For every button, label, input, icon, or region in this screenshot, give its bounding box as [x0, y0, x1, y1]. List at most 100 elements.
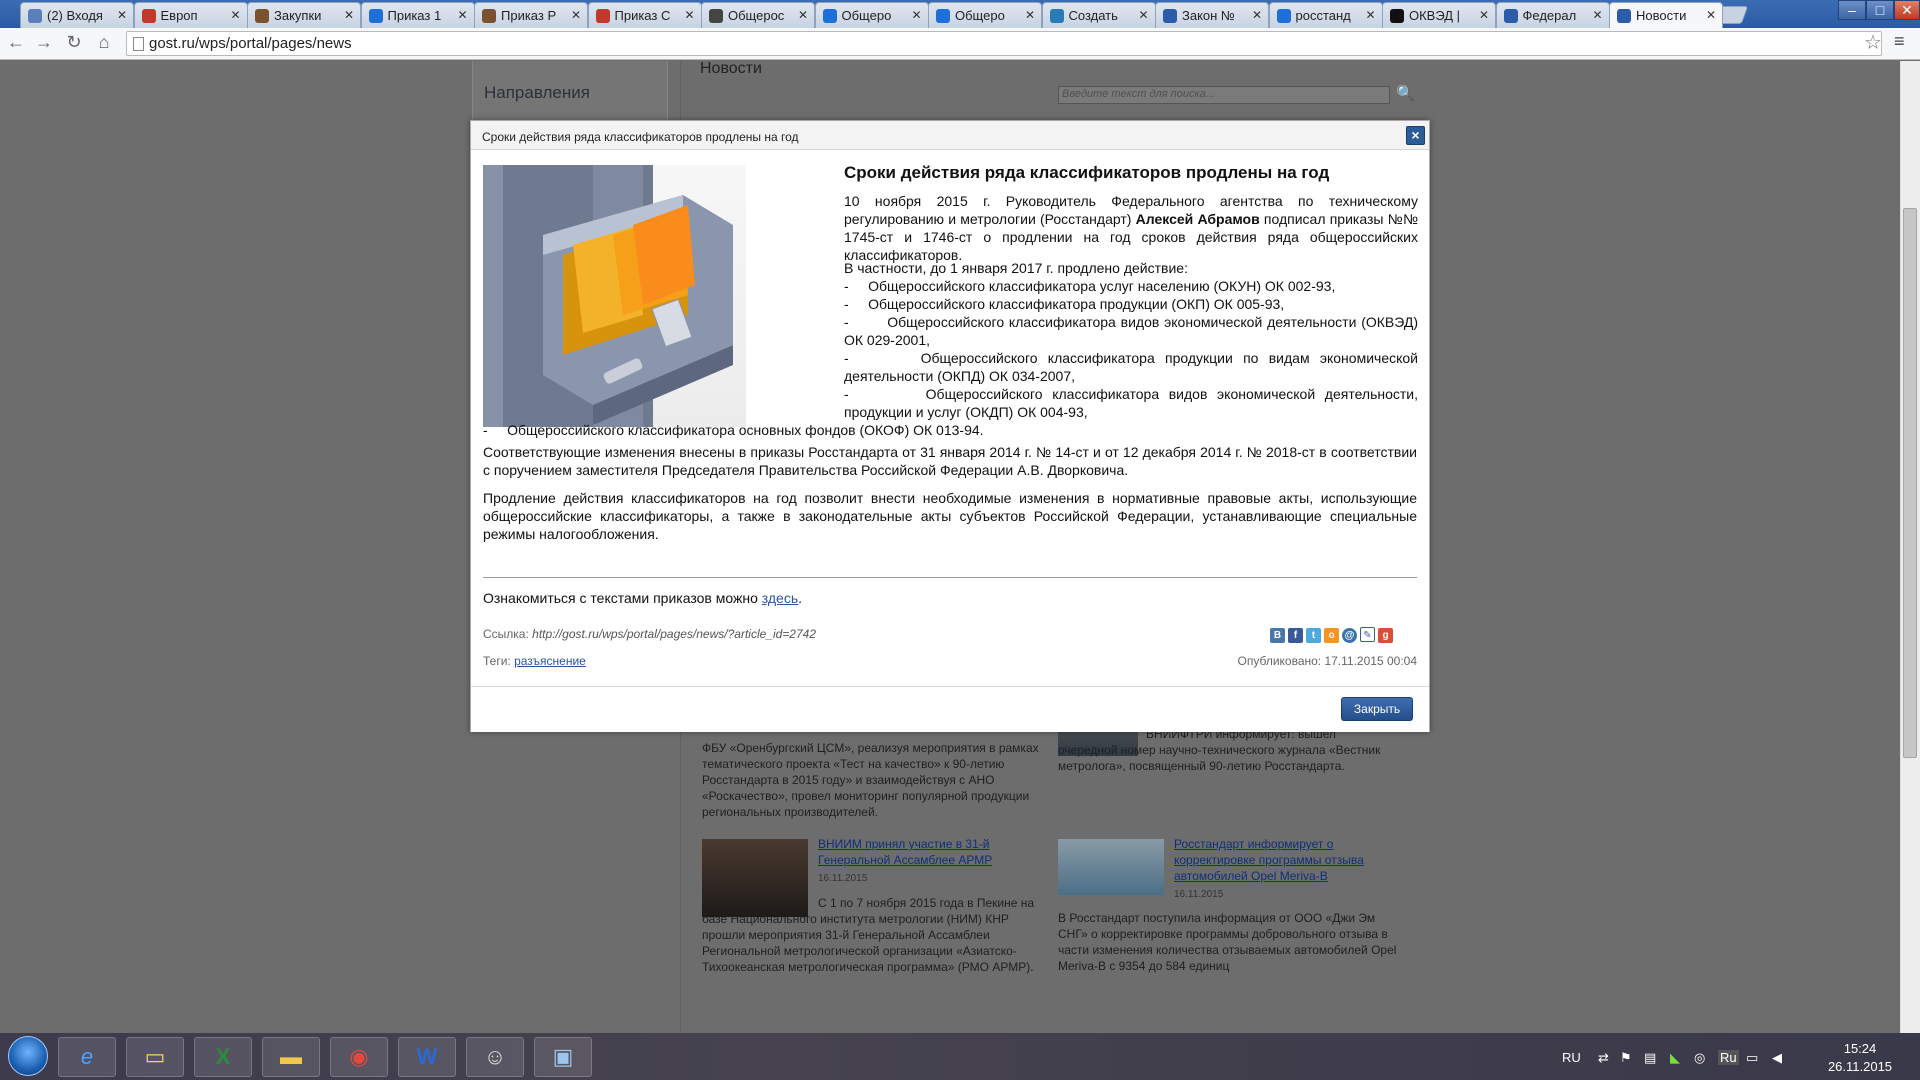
flag-icon[interactable]: ⚑	[1620, 1050, 1632, 1066]
list-item-text: Общероссийского классификатора основных …	[507, 422, 984, 438]
app-icon[interactable]: ☺	[466, 1037, 524, 1077]
reference-url: http://gost.ru/wps/portal/pages/news/?ar…	[532, 627, 816, 641]
modal-header: Сроки действия ряда классификаторов прод…	[471, 121, 1429, 150]
browser-tab[interactable]: Приказ 1 ✕	[360, 2, 475, 28]
monitor-icon[interactable]: ▭	[1746, 1050, 1758, 1066]
list-item: - Общероссийского классификатора продукц…	[844, 296, 1285, 312]
forward-icon[interactable]: →	[32, 32, 56, 53]
update-icon[interactable]: ◎	[1694, 1050, 1705, 1066]
browser-tab[interactable]: Создать ✕	[1041, 2, 1156, 28]
tab-label: росстанд	[1295, 8, 1351, 23]
mailru-icon[interactable]: @	[1342, 628, 1357, 643]
browser-tab[interactable]: Общеро ✕	[928, 2, 1042, 28]
tab-label: (2) Входя	[47, 8, 103, 23]
vk-icon[interactable]: В	[1270, 628, 1285, 643]
tag-link[interactable]: разъяснение	[514, 654, 586, 668]
device-icon[interactable]: ▤	[1644, 1050, 1656, 1066]
tab-close-icon[interactable]: ✕	[911, 8, 921, 22]
browser-tab[interactable]: Приказ С ✕	[587, 2, 702, 28]
tab-close-icon[interactable]: ✕	[1706, 8, 1716, 22]
tab-close-icon[interactable]: ✕	[230, 8, 240, 22]
folder-icon[interactable]: ▬	[262, 1037, 320, 1077]
clock-time: 15:24	[1843, 1041, 1877, 1056]
back-icon[interactable]: ←	[4, 32, 28, 53]
network-icon[interactable]: ⇄	[1598, 1050, 1609, 1066]
browser-tab[interactable]: (2) Входя ✕	[20, 2, 134, 28]
start-button[interactable]	[8, 1036, 48, 1076]
list-item-text: Общероссийского классификатора услуг нас…	[868, 278, 1336, 294]
tab-favicon-icon	[595, 9, 610, 23]
chrome-icon[interactable]: ◉	[330, 1037, 388, 1077]
nvidia-icon[interactable]: ◣	[1670, 1050, 1680, 1066]
modal-footer: Закрыть	[471, 686, 1429, 732]
internet-explorer-icon[interactable]: e	[58, 1037, 116, 1077]
browser-toolbar: ← → ↻ ⌂ gost.ru/wps/portal/pages/news ☆ …	[0, 28, 1920, 60]
reference-label: Ссылка:	[483, 627, 533, 641]
browser-tab[interactable]: росстанд ✕	[1268, 2, 1383, 28]
browser-tab[interactable]: Новости ✕	[1609, 2, 1723, 28]
notes-icon[interactable]: ▭	[126, 1037, 184, 1077]
window-close-button[interactable]: ✕	[1894, 0, 1920, 20]
tab-close-icon[interactable]: ✕	[457, 8, 467, 22]
tab-close-icon[interactable]: ✕	[798, 8, 808, 22]
facebook-icon[interactable]: f	[1288, 628, 1303, 643]
maximize-button[interactable]: □	[1866, 0, 1894, 20]
classifier-list: В частности, до 1 января 2017 г. продлен…	[844, 259, 1418, 421]
excel-icon[interactable]: X	[194, 1037, 252, 1077]
search-input[interactable]: Введите текст для поиска...	[1058, 86, 1390, 104]
googleplus-icon[interactable]: g	[1378, 628, 1393, 643]
tab-close-icon[interactable]: ✕	[1138, 8, 1148, 22]
read-more-text: Ознакомиться с текстами приказов можно	[483, 590, 762, 606]
tab-label: Приказ 1	[387, 8, 442, 23]
modal-close-icon[interactable]: ×	[1406, 126, 1425, 145]
scrollbar-thumb[interactable]	[1903, 208, 1917, 758]
minimize-button[interactable]: –	[1838, 0, 1866, 20]
twitter-icon[interactable]: t	[1306, 628, 1321, 643]
close-button[interactable]: Закрыть	[1341, 697, 1413, 721]
search-icon[interactable]: 🔍	[1396, 84, 1415, 102]
tab-favicon-icon	[1163, 9, 1177, 23]
tab-favicon-icon	[28, 9, 42, 23]
tab-close-icon[interactable]: ✕	[1479, 8, 1489, 22]
keyboard-layout-indicator[interactable]: Ru	[1718, 1050, 1739, 1065]
tab-close-icon[interactable]: ✕	[1592, 8, 1602, 22]
word-icon[interactable]: W	[398, 1037, 456, 1077]
tab-close-icon[interactable]: ✕	[1025, 8, 1035, 22]
list-item-text: Общероссийского классификатора продукции…	[868, 296, 1285, 312]
odnoklassniki-icon[interactable]: о	[1324, 628, 1339, 643]
news-item: Росстандарт информирует о корректировке …	[1174, 836, 1398, 903]
read-more-link[interactable]: здесь	[762, 590, 798, 606]
home-icon[interactable]: ⌂	[92, 32, 116, 53]
clock[interactable]: 15:24 26.11.2015	[1820, 1040, 1900, 1076]
browser-tab[interactable]: Закупки ✕	[247, 2, 361, 28]
tab-favicon-icon	[1276, 9, 1291, 23]
tab-close-icon[interactable]: ✕	[117, 8, 127, 22]
news-item-title[interactable]: ВНИИМ принял участие в 31-й Генеральной …	[818, 836, 1018, 868]
reload-icon[interactable]: ↻	[62, 32, 86, 53]
page-icon	[133, 37, 144, 51]
browser-tab[interactable]: Закон № ✕	[1155, 2, 1269, 28]
tab-close-icon[interactable]: ✕	[1365, 8, 1375, 22]
list-item-text: Общероссийского классификатора видов эко…	[844, 386, 1418, 420]
tab-close-icon[interactable]: ✕	[344, 8, 354, 22]
language-indicator[interactable]: RU	[1562, 1050, 1581, 1065]
tab-close-icon[interactable]: ✕	[571, 8, 581, 22]
menu-icon[interactable]: ≡	[1894, 31, 1905, 52]
address-bar[interactable]: gost.ru/wps/portal/pages/news	[126, 31, 1882, 56]
volume-icon[interactable]: ◀	[1772, 1050, 1782, 1066]
browser-tab[interactable]: Приказ Р ✕	[474, 2, 588, 28]
livejournal-icon[interactable]: ✎	[1360, 627, 1375, 642]
tab-close-icon[interactable]: ✕	[1252, 8, 1262, 22]
browser-tab[interactable]: ОКВЭД | ✕	[1382, 2, 1496, 28]
picture-viewer-icon[interactable]: ▣	[534, 1037, 592, 1077]
browser-tab[interactable]: Европ ✕	[133, 2, 248, 28]
news-item-title[interactable]: Росстандарт информирует о корректировке …	[1174, 836, 1398, 884]
browser-tab[interactable]: Федерал ✕	[1495, 2, 1610, 28]
tab-favicon-icon	[1049, 9, 1064, 23]
tab-close-icon[interactable]: ✕	[684, 8, 694, 22]
browser-tab[interactable]: Общеро ✕	[814, 2, 929, 28]
news-thumbnail[interactable]	[1058, 839, 1164, 895]
bookmark-star-icon[interactable]: ☆	[1864, 30, 1882, 55]
browser-tab[interactable]: Общерос ✕	[701, 2, 815, 28]
list-item-text: Общероссийского классификатора видов эко…	[844, 314, 1419, 348]
